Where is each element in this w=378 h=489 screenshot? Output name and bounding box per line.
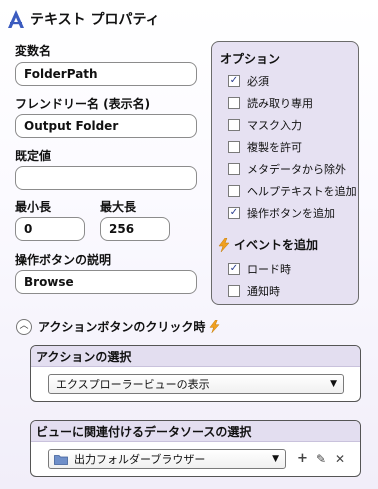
option-label: ヘルプテキストを追加: [247, 185, 357, 198]
datasource-select-panel: ビューに関連付けるデータソースの選択 出力フォルダーブラウザー ▼ + ✎ ✕: [30, 420, 361, 477]
max-length-input[interactable]: 256: [100, 217, 170, 241]
option-exclude-metadata[interactable]: メタデータから除外: [228, 160, 346, 178]
option-label: 読み取り専用: [247, 97, 313, 110]
a-logo-icon: [8, 10, 24, 28]
checkbox[interactable]: [228, 185, 240, 197]
events-header: イベントを追加: [218, 236, 318, 253]
option-label: メタデータから除外: [247, 163, 346, 176]
option-label: 必須: [247, 75, 269, 88]
action-select-header: アクションの選択: [31, 346, 360, 367]
option-label: 通知時: [247, 285, 280, 298]
checkbox[interactable]: [228, 285, 240, 297]
dropdown-arrow-icon: ▼: [330, 379, 337, 389]
option-label: 複製を許可: [247, 141, 302, 154]
option-read-only[interactable]: 読み取り専用: [228, 94, 313, 112]
events-title: イベントを追加: [234, 238, 319, 252]
option-label: マスク入力: [247, 119, 302, 132]
datasource-select-header: ビューに関連付けるデータソースの選択: [31, 421, 360, 442]
event-on-notify[interactable]: 通知時: [228, 282, 280, 300]
edit-icon[interactable]: ✎: [316, 452, 326, 466]
checkbox[interactable]: [228, 97, 240, 109]
dropdown-arrow-icon: ▼: [272, 454, 279, 464]
option-label: ロード時: [247, 263, 291, 276]
max-length-label: 最大長: [100, 200, 137, 214]
button-description-input[interactable]: Browse: [15, 270, 197, 294]
lightning-icon: [218, 237, 230, 252]
folder-icon: [54, 454, 68, 465]
action-section-title: アクションボタンのクリック時: [38, 320, 206, 334]
action-select-panel: アクションの選択 エクスプローラービューの表示 ▼: [30, 345, 361, 402]
min-length-label: 最小長: [15, 200, 52, 214]
friendly-name-label: フレンドリー名 (表示名): [15, 97, 151, 111]
datasource-select-dropdown[interactable]: 出力フォルダーブラウザー ▼: [48, 449, 286, 469]
action-select-dropdown[interactable]: エクスプローラービューの表示 ▼: [48, 374, 344, 394]
option-label: 操作ボタンを追加: [247, 207, 335, 220]
option-add-action-button[interactable]: ✓ 操作ボタンを追加: [228, 204, 335, 222]
checkbox[interactable]: [228, 141, 240, 153]
variable-name-input[interactable]: FolderPath: [15, 62, 197, 86]
lightning-icon: [209, 320, 220, 333]
friendly-name-input[interactable]: Output Folder: [15, 114, 197, 138]
title-bar: テキスト プロパティ: [6, 6, 160, 32]
dropdown-value: 出力フォルダーブラウザー: [74, 453, 206, 466]
checkbox[interactable]: [228, 163, 240, 175]
action-section-header[interactable]: ︿ アクションボタンのクリック時: [16, 318, 220, 335]
option-required[interactable]: ✓ 必須: [228, 72, 269, 90]
button-description-label: 操作ボタンの説明: [15, 253, 112, 267]
default-value-input[interactable]: [15, 166, 197, 190]
page-title: テキスト プロパティ: [30, 12, 160, 28]
checkbox[interactable]: ✓: [228, 263, 240, 275]
checkbox[interactable]: ✓: [228, 207, 240, 219]
options-panel: オプション ✓ 必須 読み取り専用 マスク入力 複製を許可 メタデータから除外 …: [211, 41, 359, 305]
collapse-icon[interactable]: ︿: [16, 318, 32, 335]
variable-name-label: 変数名: [15, 44, 52, 58]
option-allow-duplicate[interactable]: 複製を許可: [228, 138, 302, 156]
event-on-load[interactable]: ✓ ロード時: [228, 260, 291, 278]
checkbox[interactable]: [228, 119, 240, 131]
min-length-input[interactable]: 0: [15, 217, 85, 241]
options-title: オプション: [220, 52, 281, 66]
default-value-label: 既定値: [15, 149, 52, 163]
dropdown-value: エクスプローラービューの表示: [56, 378, 210, 391]
option-add-help-text[interactable]: ヘルプテキストを追加: [228, 182, 357, 200]
option-mask-input[interactable]: マスク入力: [228, 116, 302, 134]
add-icon[interactable]: +: [297, 451, 308, 466]
delete-icon[interactable]: ✕: [335, 452, 345, 466]
checkbox[interactable]: ✓: [228, 75, 240, 87]
